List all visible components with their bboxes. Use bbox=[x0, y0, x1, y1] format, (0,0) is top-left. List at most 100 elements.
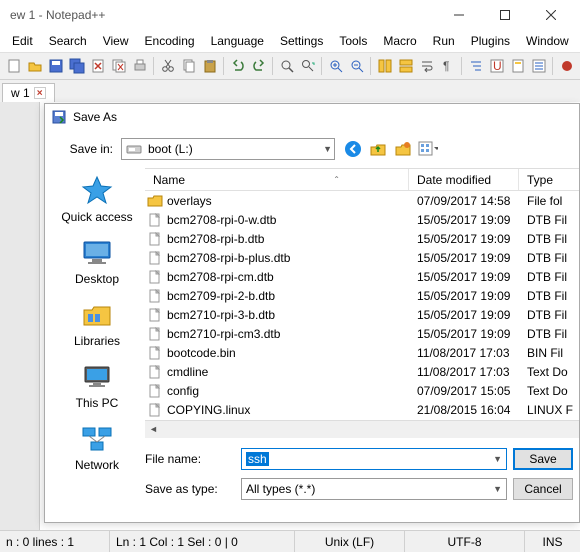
file-icon bbox=[145, 270, 165, 284]
menu-encoding[interactable]: Encoding bbox=[137, 31, 203, 51]
file-icon bbox=[145, 232, 165, 246]
separator bbox=[552, 57, 553, 75]
doc-map-icon[interactable] bbox=[508, 56, 527, 76]
file-row[interactable]: bcm2708-rpi-0-w.dtb15/05/2017 19:09DTB F… bbox=[145, 210, 579, 229]
file-row[interactable]: bcm2710-rpi-3-b.dtb15/05/2017 19:09DTB F… bbox=[145, 305, 579, 324]
record-macro-icon[interactable] bbox=[557, 56, 576, 76]
function-list-icon[interactable] bbox=[529, 56, 548, 76]
tab-close-icon[interactable]: × bbox=[34, 87, 46, 99]
menu-plugins[interactable]: Plugins bbox=[463, 31, 518, 51]
svg-text:U: U bbox=[493, 59, 502, 73]
menu-window[interactable]: Window bbox=[518, 31, 577, 51]
file-name: bcm2708-rpi-b-plus.dtb bbox=[165, 251, 409, 265]
status-pos: Ln : 1 Col : 1 Sel : 0 | 0 bbox=[110, 531, 295, 552]
file-row[interactable]: COPYING.linux21/08/2015 16:04LINUX F bbox=[145, 400, 579, 419]
file-list-rows[interactable]: overlays07/09/2017 14:58File folbcm2708-… bbox=[145, 191, 579, 420]
savetype-combo[interactable]: All types (*.*) ▼ bbox=[241, 478, 507, 500]
file-row[interactable]: bcm2708-rpi-cm.dtb15/05/2017 19:09DTB Fi… bbox=[145, 267, 579, 286]
column-name[interactable]: Name⌃ bbox=[145, 169, 409, 190]
filename-input[interactable]: ssh ▼ bbox=[241, 448, 507, 470]
sync-v-icon[interactable] bbox=[375, 56, 394, 76]
place-network[interactable]: Network bbox=[55, 422, 139, 472]
file-row[interactable]: bcm2708-rpi-b.dtb15/05/2017 19:09DTB Fil bbox=[145, 229, 579, 248]
file-row[interactable]: overlays07/09/2017 14:58File fol bbox=[145, 191, 579, 210]
scroll-track[interactable] bbox=[162, 421, 579, 438]
replace-icon[interactable] bbox=[298, 56, 317, 76]
close-all-icon[interactable] bbox=[109, 56, 128, 76]
column-date[interactable]: Date modified bbox=[409, 169, 519, 190]
file-icon bbox=[145, 289, 165, 303]
new-folder-icon[interactable] bbox=[393, 139, 413, 159]
menu-settings[interactable]: Settings bbox=[272, 31, 331, 51]
menu-view[interactable]: View bbox=[95, 31, 137, 51]
cancel-button[interactable]: Cancel bbox=[513, 478, 573, 500]
new-file-icon[interactable] bbox=[4, 56, 23, 76]
wrap-icon[interactable] bbox=[417, 56, 436, 76]
indent-guide-icon[interactable] bbox=[466, 56, 485, 76]
horizontal-scrollbar[interactable]: ◄ bbox=[145, 420, 579, 437]
show-all-chars-icon[interactable]: ¶ bbox=[438, 56, 457, 76]
copy-icon[interactable] bbox=[179, 56, 198, 76]
toolbar: ¶ U bbox=[0, 52, 580, 80]
open-icon[interactable] bbox=[25, 56, 44, 76]
file-row[interactable]: bcm2710-rpi-cm3.dtb15/05/2017 19:09DTB F… bbox=[145, 324, 579, 343]
cut-icon[interactable] bbox=[158, 56, 177, 76]
document-tab[interactable]: w 1 × bbox=[2, 83, 55, 102]
save-in-combo[interactable]: boot (L:) ▼ bbox=[121, 138, 335, 160]
close-button[interactable] bbox=[528, 1, 574, 29]
chevron-down-icon[interactable]: ▼ bbox=[493, 484, 502, 494]
chevron-down-icon: ▼ bbox=[323, 144, 332, 154]
file-row[interactable]: config07/09/2017 15:05Text Do bbox=[145, 381, 579, 400]
minimize-button[interactable] bbox=[436, 1, 482, 29]
place-quick-access[interactable]: Quick access bbox=[55, 174, 139, 224]
file-icon bbox=[145, 308, 165, 322]
save-all-icon[interactable] bbox=[67, 56, 86, 76]
separator bbox=[272, 57, 273, 75]
sync-h-icon[interactable] bbox=[396, 56, 415, 76]
place-desktop[interactable]: Desktop bbox=[55, 236, 139, 286]
maximize-button[interactable] bbox=[482, 1, 528, 29]
up-one-level-icon[interactable] bbox=[368, 139, 388, 159]
zoom-out-icon[interactable] bbox=[347, 56, 366, 76]
dialog-title: Save As bbox=[73, 110, 117, 124]
file-row[interactable]: bcm2709-rpi-2-b.dtb15/05/2017 19:09DTB F… bbox=[145, 286, 579, 305]
file-list: Name⌃ Date modified Type overlays07/09/2… bbox=[145, 168, 579, 436]
place-libraries[interactable]: Libraries bbox=[55, 298, 139, 348]
file-name: bcm2709-rpi-2-b.dtb bbox=[165, 289, 409, 303]
menu-search[interactable]: Search bbox=[41, 31, 95, 51]
print-icon[interactable] bbox=[130, 56, 149, 76]
save-dialog-icon bbox=[51, 109, 67, 125]
file-list-header: Name⌃ Date modified Type bbox=[145, 169, 579, 191]
save-icon[interactable] bbox=[46, 56, 65, 76]
redo-icon[interactable] bbox=[249, 56, 268, 76]
file-type: LINUX F bbox=[519, 403, 579, 417]
file-row[interactable]: cmdline11/08/2017 17:03Text Do bbox=[145, 362, 579, 381]
file-row[interactable]: bcm2708-rpi-b-plus.dtb15/05/2017 19:09DT… bbox=[145, 248, 579, 267]
menu-edit[interactable]: Edit bbox=[4, 31, 41, 51]
file-date: 15/05/2017 19:09 bbox=[409, 251, 519, 265]
find-icon[interactable] bbox=[277, 56, 296, 76]
file-type: Text Do bbox=[519, 384, 579, 398]
udl-icon[interactable]: U bbox=[487, 56, 506, 76]
status-eol: Unix (LF) bbox=[295, 531, 405, 552]
zoom-in-icon[interactable] bbox=[326, 56, 345, 76]
dialog-titlebar: Save As bbox=[45, 104, 579, 130]
place-label: This PC bbox=[76, 396, 119, 410]
scroll-left-icon[interactable]: ◄ bbox=[145, 421, 162, 438]
save-button[interactable]: Save bbox=[513, 448, 573, 470]
back-icon[interactable] bbox=[343, 139, 363, 159]
menu-macro[interactable]: Macro bbox=[375, 31, 424, 51]
view-menu-icon[interactable] bbox=[418, 139, 438, 159]
menu-run[interactable]: Run bbox=[425, 31, 463, 51]
file-type: DTB Fil bbox=[519, 232, 579, 246]
close-file-icon[interactable] bbox=[88, 56, 107, 76]
menu-language[interactable]: Language bbox=[203, 31, 272, 51]
chevron-down-icon[interactable]: ▼ bbox=[493, 454, 502, 464]
undo-icon[interactable] bbox=[228, 56, 247, 76]
place-this-pc[interactable]: This PC bbox=[55, 360, 139, 410]
column-type[interactable]: Type bbox=[519, 169, 579, 190]
paste-icon[interactable] bbox=[200, 56, 219, 76]
menu-tools[interactable]: Tools bbox=[331, 31, 375, 51]
file-row[interactable]: bootcode.bin11/08/2017 17:03BIN Fil bbox=[145, 343, 579, 362]
save-as-dialog: Save As Save in: boot (L:) ▼ Quick acces… bbox=[44, 103, 580, 523]
